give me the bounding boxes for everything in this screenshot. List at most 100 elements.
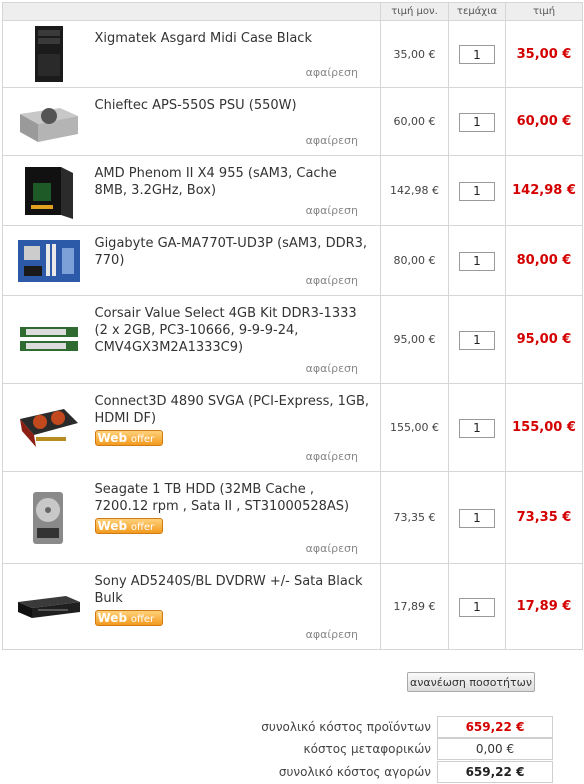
shipping-cost-label: κόστος μεταφορικών [303, 742, 431, 756]
remove-item-link[interactable]: αφαίρεση [306, 628, 358, 641]
quantity-input[interactable] [459, 45, 495, 65]
hard-drive-icon [3, 490, 95, 546]
quantity-input[interactable] [459, 597, 495, 617]
cart-table: τιμή μον. τεμάχια τιμή Xigmatek Asgard M… [2, 2, 583, 650]
product-thumbnail[interactable] [2, 20, 95, 88]
total-cost-value: 659,22 € [437, 761, 553, 783]
product-cell: Sony AD5240S/BL DVDRW +/- Sata Black Bul… [94, 563, 381, 650]
product-cell: Corsair Value Select 4GB Kit DDR3-1333 (… [94, 295, 381, 384]
remove-item-link[interactable]: αφαίρεση [306, 362, 358, 375]
cart-header-row: τιμή μον. τεμάχια τιμή [2, 2, 583, 21]
unit-price: 95,00 € [380, 295, 449, 384]
product-thumbnail[interactable] [2, 563, 95, 650]
web-offer-web-label: Web [97, 611, 128, 625]
motherboard-icon [3, 236, 95, 286]
cart-row: Chieftec APS-550S PSU (550W) αφαίρεση 60,0… [2, 87, 583, 156]
web-offer-badge[interactable]: Web offer [94, 430, 163, 446]
web-offer-web-label: Web [97, 519, 128, 533]
product-name-link[interactable]: Corsair Value Select 4GB Kit DDR3-1333 (… [95, 296, 381, 356]
remove-item-link[interactable]: αφαίρεση [306, 542, 358, 555]
web-offer-badge[interactable]: Web offer [94, 518, 163, 534]
quantity-cell [448, 225, 506, 296]
unit-price: 73,35 € [380, 471, 449, 564]
quantity-input[interactable] [459, 330, 495, 350]
remove-item-link[interactable]: αφαίρεση [306, 134, 358, 147]
product-name-link[interactable]: Xigmatek Asgard Midi Case Black [95, 21, 381, 47]
product-name-link[interactable]: Chieftec APS-550S PSU (550W) [95, 88, 381, 114]
dvd-drive-icon [3, 592, 95, 622]
product-thumbnail[interactable] [2, 471, 95, 564]
quantity-header: τεμάχια [448, 2, 506, 21]
line-total: 60,00 € [505, 87, 583, 156]
quantity-input[interactable] [459, 181, 495, 201]
product-thumbnail[interactable] [2, 383, 95, 472]
summary-shipping-row: κόστος μεταφορικών 0,00 € [0, 738, 584, 760]
web-offer-web-label: Web [97, 431, 128, 445]
unit-price: 17,89 € [380, 563, 449, 650]
remove-item-link[interactable]: αφαίρεση [306, 66, 358, 79]
product-name-link[interactable]: Gigabyte GA-MA770T-UD3P (sAM3, DDR3, 770… [95, 226, 381, 269]
update-quantities-button[interactable]: ανανέωση ποσοτήτων [407, 672, 535, 692]
unit-price: 142,98 € [380, 155, 449, 226]
summary-products-row: συνολικό κόστος προϊόντων 659,22 € [0, 716, 584, 738]
product-cell: Xigmatek Asgard Midi Case Black αφαίρεση [94, 20, 381, 88]
quantity-cell [448, 563, 506, 650]
quantity-input[interactable] [459, 112, 495, 132]
product-name-link[interactable]: Sony AD5240S/BL DVDRW +/- Sata Black Bul… [95, 564, 381, 607]
product-cell: Chieftec APS-550S PSU (550W) αφαίρεση [94, 87, 381, 156]
quantity-cell [448, 20, 506, 88]
product-name-link[interactable]: Seagate 1 TB HDD (32MB Cache , 7200.12 r… [95, 472, 381, 515]
products-cost-value: 659,22 € [437, 716, 553, 738]
line-total: 73,35 € [505, 471, 583, 564]
total-cost-label: συνολικό κόστος αγορών [278, 765, 431, 779]
unit-price: 60,00 € [380, 87, 449, 156]
product-cell: Connect3D 4890 SVGA (PCI-Express, 1GB, H… [94, 383, 381, 472]
line-total: 155,00 € [505, 383, 583, 472]
unit-price-header: τιμή μον. [380, 2, 449, 21]
product-header [2, 2, 381, 21]
product-thumbnail[interactable] [2, 155, 95, 226]
product-cell: Seagate 1 TB HDD (32MB Cache , 7200.12 r… [94, 471, 381, 564]
product-thumbnail[interactable] [2, 295, 95, 384]
quantity-input[interactable] [459, 508, 495, 528]
quantity-cell [448, 383, 506, 472]
cart-row: Connect3D 4890 SVGA (PCI-Express, 1GB, H… [2, 383, 583, 472]
cart-row: AMD Phenom II X4 955 (sAM3, Cache 8MB, 3… [2, 155, 583, 226]
price-header: τιμή [505, 2, 583, 21]
cart-row: Xigmatek Asgard Midi Case Black αφαίρεση 3… [2, 20, 583, 88]
quantity-input[interactable] [459, 251, 495, 271]
product-cell: AMD Phenom II X4 955 (sAM3, Cache 8MB, 3… [94, 155, 381, 226]
graphics-card-icon [3, 403, 95, 453]
web-offer-offer-label: offer [130, 522, 155, 533]
cart-row: Corsair Value Select 4GB Kit DDR3-1333 (… [2, 295, 583, 384]
quantity-cell [448, 87, 506, 156]
product-thumbnail[interactable] [2, 87, 95, 156]
products-cost-label: συνολικό κόστος προϊόντων [261, 720, 431, 734]
cpu-box-icon [3, 163, 95, 219]
web-offer-offer-label: offer [130, 434, 155, 445]
cart-row: Seagate 1 TB HDD (32MB Cache , 7200.12 r… [2, 471, 583, 564]
web-offer-badge[interactable]: Web offer [94, 610, 163, 626]
line-total: 35,00 € [505, 20, 583, 88]
remove-item-link[interactable]: αφαίρεση [306, 274, 358, 287]
product-cell: Gigabyte GA-MA770T-UD3P (sAM3, DDR3, 770… [94, 225, 381, 296]
remove-item-link[interactable]: αφαίρεση [306, 204, 358, 217]
power-supply-icon [3, 100, 95, 144]
quantity-cell [448, 295, 506, 384]
product-name-link[interactable]: AMD Phenom II X4 955 (sAM3, Cache 8MB, 3… [95, 156, 381, 199]
quantity-cell [448, 155, 506, 226]
product-name-link[interactable]: Connect3D 4890 SVGA (PCI-Express, 1GB, H… [95, 384, 381, 427]
cart-row: Sony AD5240S/BL DVDRW +/- Sata Black Bul… [2, 563, 583, 650]
pc-case-icon [3, 24, 95, 84]
ram-icon [3, 323, 95, 357]
quantity-input[interactable] [459, 418, 495, 438]
product-thumbnail[interactable] [2, 225, 95, 296]
shipping-cost-value: 0,00 € [437, 738, 553, 760]
summary-total-row: συνολικό κόστος αγορών 659,22 € [0, 761, 584, 783]
unit-price: 155,00 € [380, 383, 449, 472]
remove-item-link[interactable]: αφαίρεση [306, 450, 358, 463]
cart-row: Gigabyte GA-MA770T-UD3P (sAM3, DDR3, 770… [2, 225, 583, 296]
unit-price: 80,00 € [380, 225, 449, 296]
line-total: 80,00 € [505, 225, 583, 296]
quantity-cell [448, 471, 506, 564]
